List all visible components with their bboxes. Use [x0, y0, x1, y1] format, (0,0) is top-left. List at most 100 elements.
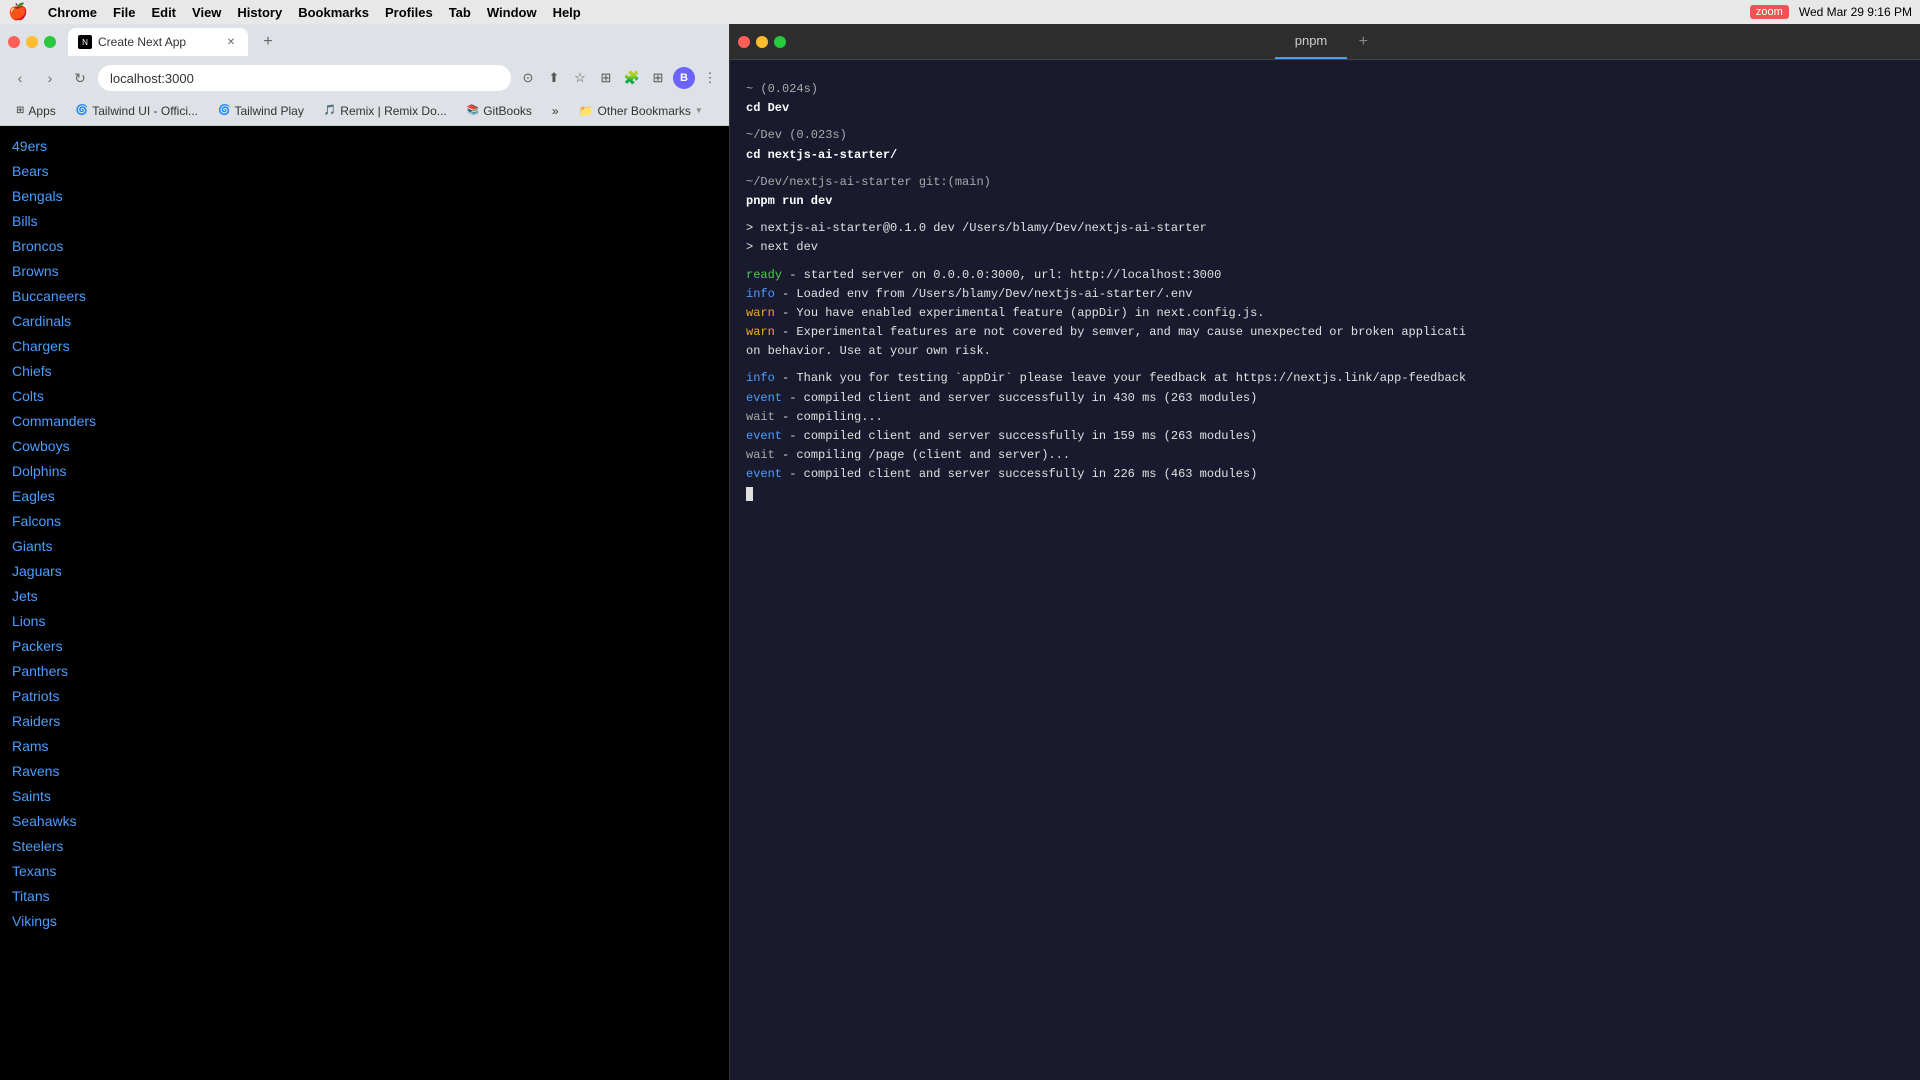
bookmark-apps[interactable]: ⊞ Apps	[8, 102, 64, 120]
menubar-tab[interactable]: Tab	[449, 5, 471, 20]
bookmarks-overflow[interactable]: »	[544, 102, 567, 120]
terminal-line: event - compiled client and server succe…	[746, 465, 1904, 484]
team-link[interactable]: Raiders	[12, 713, 60, 729]
bookmark-remix-label: Remix | Remix Do...	[340, 104, 446, 118]
team-link[interactable]: Jets	[12, 588, 38, 604]
bookmark-tailwind-play[interactable]: 🌀 Tailwind Play	[210, 102, 312, 120]
team-link[interactable]: Buccaneers	[12, 288, 86, 304]
close-button[interactable]	[8, 36, 20, 48]
team-link[interactable]: Panthers	[12, 663, 68, 679]
team-link[interactable]: Cardinals	[12, 313, 71, 329]
team-link[interactable]: Dolphins	[12, 463, 66, 479]
terminal-maximize[interactable]	[774, 36, 786, 48]
terminal-info: info	[746, 287, 775, 301]
terminal-minimize[interactable]	[756, 36, 768, 48]
traffic-lights	[8, 36, 56, 48]
menubar-file[interactable]: File	[113, 5, 135, 20]
team-link[interactable]: Cowboys	[12, 438, 70, 454]
terminal-text: - Experimental features are not covered …	[775, 325, 1466, 339]
team-item: Browns	[12, 259, 717, 284]
team-link[interactable]: Saints	[12, 788, 51, 804]
bookmark-gitbooks[interactable]: 📚 GitBooks	[459, 102, 540, 120]
terminal-output[interactable]: ~ (0.024s)cd Dev ~/Dev (0.023s)cd nextjs…	[730, 60, 1920, 1080]
lens-icon[interactable]: ⊙	[517, 67, 539, 89]
terminal-line: wait - compiling /page (client and serve…	[746, 446, 1904, 465]
team-link[interactable]: Packers	[12, 638, 63, 654]
team-link[interactable]: Lions	[12, 613, 45, 629]
terminal-event: event	[746, 391, 782, 405]
team-link[interactable]: Colts	[12, 388, 44, 404]
menubar-bookmarks[interactable]: Bookmarks	[298, 5, 369, 20]
maximize-button[interactable]	[44, 36, 56, 48]
browser-content[interactable]: 49ers Bears Bengals Bills Broncos Browns Bucca…	[0, 126, 729, 1080]
bookmark-remix[interactable]: 🎵 Remix | Remix Do...	[316, 102, 455, 120]
team-link[interactable]: Patriots	[12, 688, 59, 704]
team-link[interactable]: Jaguars	[12, 563, 62, 579]
tab-close-button[interactable]: ✕	[224, 35, 238, 49]
team-link[interactable]: Giants	[12, 538, 52, 554]
active-tab[interactable]: N Create Next App ✕	[68, 28, 248, 56]
team-link[interactable]: Commanders	[12, 413, 96, 429]
terminal-tab-label: pnpm	[1295, 33, 1328, 48]
terminal-command: cd nextjs-ai-starter/	[746, 148, 897, 162]
terminal-titlebar: pnpm +	[730, 24, 1920, 60]
menubar-edit[interactable]: Edit	[151, 5, 176, 20]
team-link[interactable]: Chargers	[12, 338, 70, 354]
menubar-right: zoom Wed Mar 29 9:16 PM	[1750, 5, 1912, 19]
puzzle-icon[interactable]: 🧩	[621, 67, 643, 89]
menubar-help[interactable]: Help	[553, 5, 581, 20]
bookmark-tailwind-ui[interactable]: 🌀 Tailwind UI - Offici...	[68, 102, 206, 120]
team-link[interactable]: Browns	[12, 263, 59, 279]
team-link[interactable]: Ravens	[12, 763, 59, 779]
terminal-text: - started server on 0.0.0.0:3000, url: h…	[782, 268, 1221, 282]
new-tab-button[interactable]: +	[256, 30, 280, 54]
refresh-button[interactable]: ↻	[68, 66, 92, 90]
share-icon[interactable]: ⬆	[543, 67, 565, 89]
terminal-line	[746, 118, 1904, 126]
team-link[interactable]: Bengals	[12, 188, 63, 204]
minimize-button[interactable]	[26, 36, 38, 48]
team-item: Dolphins	[12, 459, 717, 484]
terminal-warn: warn	[746, 306, 775, 320]
terminal-line: wait - compiling...	[746, 408, 1904, 427]
more-button[interactable]: ⋮	[699, 67, 721, 89]
team-link[interactable]: Rams	[12, 738, 49, 754]
forward-button[interactable]: ›	[38, 66, 62, 90]
team-link[interactable]: 49ers	[12, 138, 47, 154]
terminal-close[interactable]	[738, 36, 750, 48]
team-link[interactable]: Steelers	[12, 838, 63, 854]
team-link[interactable]: Falcons	[12, 513, 61, 529]
back-button[interactable]: ‹	[8, 66, 32, 90]
team-item: Panthers	[12, 659, 717, 684]
team-link[interactable]: Texans	[12, 863, 56, 879]
team-link[interactable]: Vikings	[12, 913, 57, 929]
terminal-tab-pnpm[interactable]: pnpm	[1275, 24, 1348, 59]
menubar-history[interactable]: History	[237, 5, 282, 20]
terminal-command: cd Dev	[746, 101, 789, 115]
terminal-line: cd nextjs-ai-starter/	[746, 146, 1904, 165]
profile-button[interactable]: B	[673, 67, 695, 89]
tab-favicon: N	[78, 35, 92, 49]
browser-window: N Create Next App ✕ + ‹ › ↻ ⊙ ⬆ ☆ ⊞ 🧩	[0, 24, 730, 1080]
team-link[interactable]: Bears	[12, 163, 49, 179]
team-item: Bears	[12, 159, 717, 184]
bookmark-star-icon[interactable]: ☆	[569, 67, 591, 89]
apple-menu[interactable]: 🍎	[8, 2, 28, 22]
team-link[interactable]: Seahawks	[12, 813, 77, 829]
url-input[interactable]	[98, 65, 511, 91]
menubar-profiles[interactable]: Profiles	[385, 5, 433, 20]
terminal-new-tab-button[interactable]: +	[1351, 30, 1375, 54]
other-bookmarks-folder[interactable]: 📁 Other Bookmarks ▼	[571, 102, 711, 120]
menubar-chrome[interactable]: Chrome	[48, 5, 97, 20]
grid-icon[interactable]: ⊞	[647, 67, 669, 89]
team-link[interactable]: Eagles	[12, 488, 55, 504]
menubar-window[interactable]: Window	[487, 5, 537, 20]
menubar-view[interactable]: View	[192, 5, 221, 20]
terminal-warn: warn	[746, 325, 775, 339]
extension-icon[interactable]: ⊞	[595, 67, 617, 89]
team-link[interactable]: Titans	[12, 888, 50, 904]
team-item: Bengals	[12, 184, 717, 209]
team-link[interactable]: Chiefs	[12, 363, 52, 379]
team-link[interactable]: Bills	[12, 213, 38, 229]
team-link[interactable]: Broncos	[12, 238, 63, 254]
